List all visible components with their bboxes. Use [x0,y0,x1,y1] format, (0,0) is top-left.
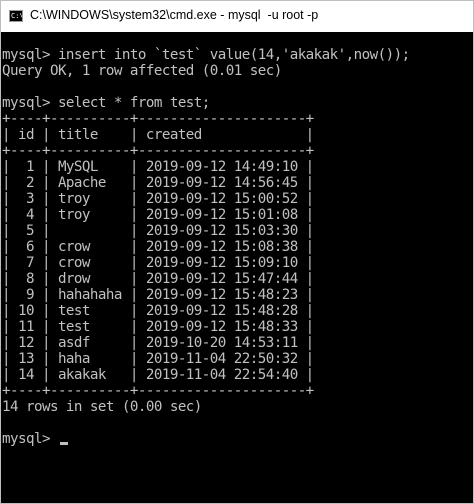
console-line: | 8 | drow | 2019-09-12 15:47:44 | [2,271,314,287]
cmd-icon[interactable]: C:\ [9,10,23,22]
console-line: | 6 | crow | 2019-09-12 15:08:38 | [2,239,314,255]
console-output[interactable]: mysql> insert into `test` value(14,'akak… [1,32,473,503]
window-title: C:\WINDOWS\system32\cmd.exe - mysql -u r… [30,8,319,22]
text-cursor [59,442,68,445]
console-line: | 11 | test | 2019-09-12 15:48:33 | [2,319,314,335]
console-line: | id | title | created | [2,127,314,143]
console-line: | 4 | troy | 2019-09-12 15:01:08 | [2,207,314,223]
cmd-window: C:\ C:\WINDOWS\system32\cmd.exe - mysql … [0,0,474,504]
console-line: | 1 | MySQL | 2019-09-12 14:49:10 | [2,159,314,175]
console-line: | 2 | Apache | 2019-09-12 14:56:45 | [2,175,314,191]
console-line: | 14 | akakak | 2019-11-04 22:54:40 | [2,367,314,383]
console-line: | 3 | troy | 2019-09-12 15:00:52 | [2,191,314,207]
console-line: 14 rows in set (0.00 sec) [2,399,202,415]
console-line: | 5 | | 2019-09-12 15:03:30 | [2,223,314,239]
console-line: mysql> insert into `test` value(14,'akak… [2,47,410,63]
console-line: | 12 | asdf | 2019-10-20 14:53:11 | [2,335,314,351]
console-line: mysql> select * from test; [2,95,210,111]
console-line: +----+----------+---------------------+ [2,383,314,399]
console-line: +----+----------+---------------------+ [2,111,314,127]
console-line: | 9 | hahahaha | 2019-09-12 15:48:23 | [2,287,314,303]
console-line: Query OK, 1 row affected (0.01 sec) [2,63,282,79]
console-line: | 13 | haha | 2019-11-04 22:50:32 | [2,351,314,367]
title-bar[interactable]: C:\ C:\WINDOWS\system32\cmd.exe - mysql … [1,1,473,32]
prompt-line: mysql> [2,431,68,447]
console-line: | 7 | crow | 2019-09-12 15:09:10 | [2,255,314,271]
console-line: | 10 | test | 2019-09-12 15:48:28 | [2,303,314,319]
console-line: +----+----------+---------------------+ [2,143,314,159]
